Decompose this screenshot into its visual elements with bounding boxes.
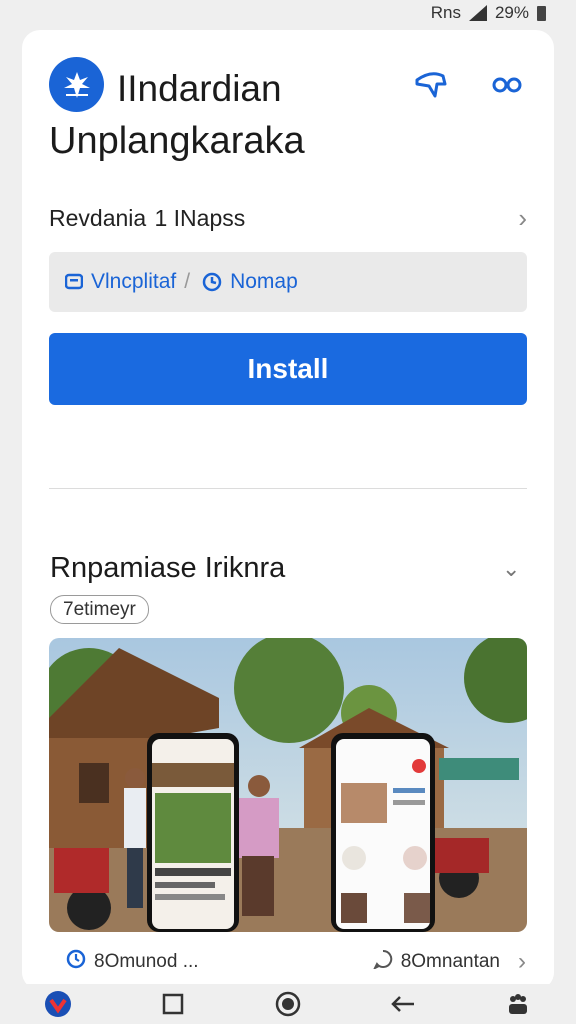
chevron-right-icon: › (518, 948, 526, 975)
chevron-down-icon[interactable]: ⌄ (502, 556, 520, 582)
downloads-text: 8Omunod ... (94, 951, 199, 972)
arrow-left-icon[interactable] (383, 984, 423, 1024)
downloads-info: 8Omunod ... (66, 949, 199, 975)
app-title-line1: IIndardian (117, 68, 282, 109)
home-icon[interactable] (268, 984, 308, 1024)
status-text: Rns (430, 3, 461, 22)
chip-2[interactable]: Nomap (202, 270, 298, 294)
chat-icon (65, 273, 83, 291)
share-icon[interactable] (412, 68, 450, 102)
clock-icon (66, 949, 86, 975)
chat-bubble-icon (372, 949, 393, 975)
leaf-logo-icon (49, 57, 104, 112)
square-icon[interactable] (153, 984, 193, 1024)
install-button[interactable]: Install (49, 333, 527, 405)
chevron-right-icon: › (518, 202, 527, 233)
navigation-bar (0, 984, 576, 1024)
developer-name: Revdania 1 INapss (49, 204, 246, 231)
app-title-line2: Unplangkaraka (49, 120, 305, 162)
comments-info[interactable]: 8Omnantan › (372, 948, 526, 976)
app-nav-icon[interactable] (38, 984, 78, 1024)
chip-separator: / (184, 270, 191, 293)
battery-icon (537, 5, 546, 21)
link-icon[interactable] (488, 68, 526, 102)
signal-icon (468, 5, 487, 21)
chip-2-label: Nomap (230, 270, 298, 293)
app-card: IIndardian Unplangkaraka Revdania 1 INap… (22, 30, 554, 990)
chip-1[interactable]: Vlncplitaf / (65, 270, 190, 294)
clock-icon (202, 272, 222, 292)
battery-text: 29% (494, 3, 529, 22)
divider (49, 488, 527, 489)
chip-1-label: Vlncplitaf (91, 270, 177, 293)
section-title: Rnpamiase Iriknra (50, 552, 286, 584)
developer-row[interactable]: Revdania 1 INapss › (49, 200, 527, 236)
bottom-info-strip: 8Omunod ... 8Omnantan › (22, 934, 554, 990)
tags-box: Vlncplitaf / Nomap (49, 252, 527, 312)
people-icon[interactable] (498, 984, 538, 1024)
section-tag[interactable]: 7etimeyr (50, 595, 149, 624)
app-screenshot[interactable] (49, 638, 527, 932)
comments-text: 8Omnantan (400, 951, 500, 972)
status-bar: Rns 29% (0, 0, 576, 26)
